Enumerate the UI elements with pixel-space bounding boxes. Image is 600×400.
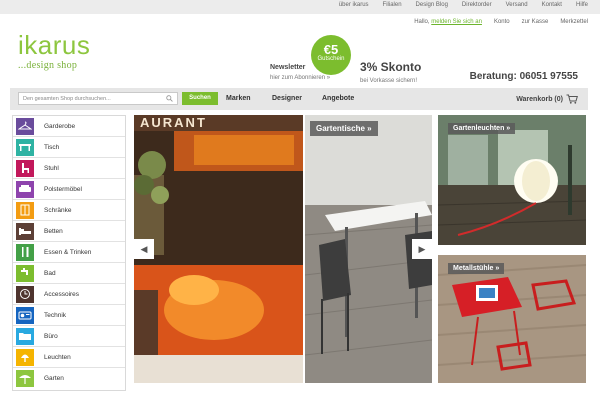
lamp-icon xyxy=(16,348,34,366)
cart-label: Warenkorb (0) xyxy=(516,95,563,103)
category-leuchten[interactable]: Leuchten xyxy=(13,347,125,368)
top-link-blog[interactable]: Design Blog xyxy=(416,2,448,8)
account-link[interactable]: Konto xyxy=(494,19,510,25)
top-links: über ikarus Filialen Design Blog Direkto… xyxy=(339,2,588,8)
hotline: Beratung: 06051 97555 xyxy=(469,71,578,82)
hero-prev-arrow[interactable]: ◀ xyxy=(134,239,154,259)
category-garderobe[interactable]: Garderobe xyxy=(13,116,125,137)
metallstuehle-image xyxy=(438,255,586,383)
top-link-help[interactable]: Hilfe xyxy=(576,2,588,8)
top-link-shipping[interactable]: Versand xyxy=(506,2,528,8)
category-label: Betten xyxy=(44,227,63,235)
greeting-text: Hallo, xyxy=(414,19,430,25)
search-placeholder: Den gesamten Shop durchsuchen... xyxy=(23,96,111,102)
logo[interactable]: ikarus ...design shop xyxy=(18,32,90,71)
checkout-link[interactable]: zur Kasse xyxy=(522,19,549,25)
hero-slider[interactable]: AURANT Gartentische » ◀ ▶ xyxy=(134,115,432,383)
user-bar: Hallo, melden Sie sich an Konto zur Kass… xyxy=(414,19,588,25)
main-nav: Den gesamten Shop durchsuchen... Suchen … xyxy=(10,88,588,110)
category-label: Essen & Trinken xyxy=(44,248,92,256)
gartenleuchten-tag[interactable]: Gartenleuchten » xyxy=(448,123,516,134)
folder-icon xyxy=(16,327,34,345)
category-essen-trinken[interactable]: Essen & Trinken xyxy=(13,242,125,263)
top-link-about[interactable]: über ikarus xyxy=(339,2,369,8)
nav-brands[interactable]: Marken xyxy=(226,95,251,102)
nav-designers[interactable]: Designer xyxy=(272,95,302,102)
wishlist-link[interactable]: Merkzettel xyxy=(560,19,588,25)
sofa-icon xyxy=(16,180,34,198)
clock-icon xyxy=(16,285,34,303)
top-link-stores[interactable]: Filialen xyxy=(383,2,402,8)
search-icon[interactable] xyxy=(166,95,173,102)
top-link-directorder[interactable]: Direktorder xyxy=(462,2,492,8)
user-greeting: Hallo, melden Sie sich an xyxy=(414,19,482,25)
metallstuehle-tag[interactable]: Metallstühle » xyxy=(448,263,505,274)
category-label: Schränke xyxy=(44,206,72,214)
logo-wordmark: ikarus xyxy=(18,30,91,60)
cabinet-icon xyxy=(16,201,34,219)
category-label: Polstermöbel xyxy=(44,185,82,193)
skonto-title: 3% Skonto xyxy=(360,60,422,74)
login-link[interactable]: melden Sie sich an xyxy=(431,19,482,25)
search-input[interactable]: Den gesamten Shop durchsuchen... xyxy=(18,92,178,105)
tile-metallstuehle[interactable]: Metallstühle » xyxy=(438,255,586,383)
newsletter-subscribe-link[interactable]: hier zum Abonnieren » xyxy=(270,75,330,81)
category-label: Bad xyxy=(44,269,56,277)
top-utility-bar: über ikarus Filialen Design Blog Direkto… xyxy=(0,0,600,14)
hero-sign-text: AURANT xyxy=(140,115,207,130)
category-stuhl[interactable]: Stuhl xyxy=(13,158,125,179)
category-label: Technik xyxy=(44,311,67,319)
voucher-badge[interactable]: €5 Gutschein xyxy=(311,35,351,75)
category-label: Accessoires xyxy=(44,290,80,298)
chair-icon xyxy=(16,159,34,177)
hero-restaurant-image: AURANT xyxy=(134,115,303,383)
parasol-icon xyxy=(16,370,34,387)
category-label: Büro xyxy=(44,332,58,340)
category-schraenke[interactable]: Schränke xyxy=(13,200,125,221)
search-button[interactable]: Suchen xyxy=(182,92,218,105)
coat-hanger-icon xyxy=(16,117,34,135)
category-tisch[interactable]: Tisch xyxy=(13,137,125,158)
category-accessoires[interactable]: Accessoires xyxy=(13,284,125,305)
voucher-amount: €5 xyxy=(323,42,339,57)
category-polstermoebel[interactable]: Polstermöbel xyxy=(13,179,125,200)
cart-icon xyxy=(566,94,578,104)
gartenleuchten-image xyxy=(438,115,586,245)
logo-tagline: ...design shop xyxy=(18,60,78,71)
skonto-promo: 3% Skonto bei Vorkasse sichern! xyxy=(360,60,421,84)
category-sidebar: Garderobe Tisch Stuhl Polstermöbel Schrä… xyxy=(12,115,126,391)
category-buero[interactable]: Büro xyxy=(13,326,125,347)
radio-icon xyxy=(16,306,34,324)
table-icon xyxy=(16,138,34,156)
bed-icon xyxy=(16,222,34,240)
category-label: Leuchten xyxy=(44,353,71,361)
voucher-label: Gutschein xyxy=(317,56,345,62)
hero-next-arrow[interactable]: ▶ xyxy=(412,239,432,259)
skonto-subtitle: bei Vorkasse sichern! xyxy=(360,78,418,84)
tile-gartenleuchten[interactable]: Gartenleuchten » xyxy=(438,115,586,245)
category-technik[interactable]: Technik xyxy=(13,305,125,326)
category-label: Garderobe xyxy=(44,122,76,130)
category-label: Tisch xyxy=(44,143,60,151)
category-bad[interactable]: Bad xyxy=(13,263,125,284)
faucet-icon xyxy=(16,264,34,282)
category-betten[interactable]: Betten xyxy=(13,221,125,242)
nav-offers[interactable]: Angebote xyxy=(322,95,354,102)
top-link-contact[interactable]: Kontakt xyxy=(542,2,562,8)
category-garten[interactable]: Garten xyxy=(13,368,125,389)
cutlery-icon xyxy=(16,243,34,261)
category-label: Garten xyxy=(44,375,64,382)
hero-category-tag[interactable]: Gartentische » xyxy=(310,121,378,136)
category-label: Stuhl xyxy=(44,164,59,172)
cart-link[interactable]: Warenkorb (0) xyxy=(516,94,578,104)
